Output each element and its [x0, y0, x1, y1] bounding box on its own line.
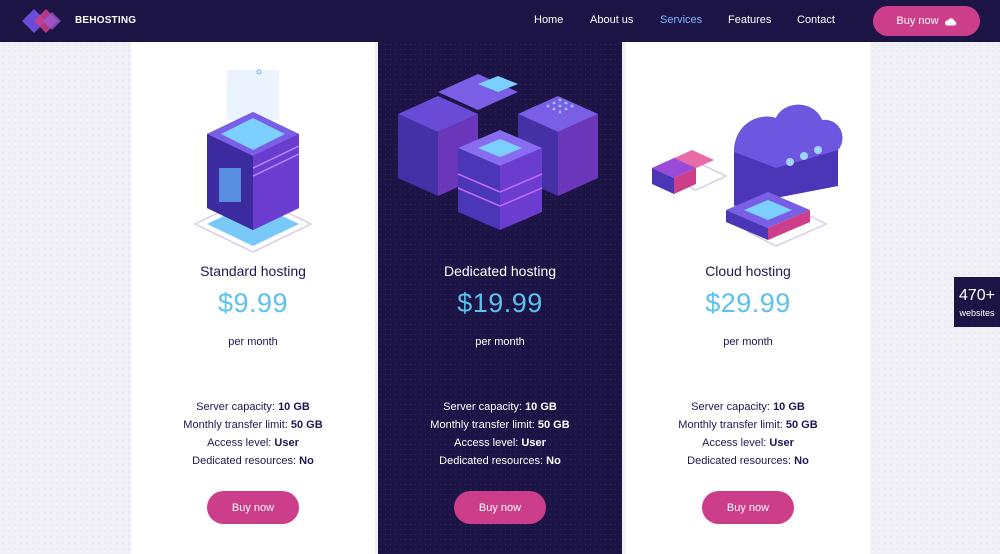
feature-row: Monthly transfer limit: 50 GB — [183, 419, 323, 431]
cloud-icon — [944, 17, 956, 25]
nav-about-us[interactable]: About us — [590, 14, 633, 26]
feature-row: Access level: User — [702, 437, 794, 449]
websites-count-badge[interactable]: 470+ websites — [954, 277, 1000, 327]
feature-row: Server capacity: 10 GB — [443, 401, 557, 413]
feature-row: Monthly transfer limit: 50 GB — [430, 419, 570, 431]
plan-card-standard: Standard hosting $9.99 per month Server … — [131, 42, 375, 554]
plan-title: Dedicated hosting — [443, 263, 557, 279]
feature-row: Server capacity: 10 GB — [691, 401, 805, 413]
plan-price: $9.99 — [217, 288, 289, 318]
nav-services[interactable]: Services — [660, 14, 702, 26]
top-navbar: BEHOSTING Home About us Services Feature… — [0, 0, 1000, 42]
feature-row: Server capacity: 10 GB — [196, 401, 310, 413]
plan-title: Standard hosting — [200, 263, 306, 279]
server-cluster-illustration-icon — [398, 74, 598, 230]
plan-title: Cloud hosting — [705, 263, 791, 279]
feature-row: Dedicated resources: No — [439, 455, 561, 467]
buy-now-button[interactable]: Buy now — [454, 491, 546, 524]
plan-card-cloud: Cloud hosting $29.99 per month Server ca… — [626, 42, 870, 554]
header-buy-now-button[interactable]: Buy now — [873, 6, 980, 36]
plan-features: Server capacity: 10 GB Monthly transfer … — [378, 398, 622, 470]
buy-now-button[interactable]: Buy now — [207, 491, 299, 524]
nav-features[interactable]: Features — [728, 14, 771, 26]
plan-features: Server capacity: 10 GB Monthly transfer … — [131, 398, 375, 470]
websites-label: websites — [959, 308, 995, 318]
plan-period: per month — [723, 336, 773, 348]
plan-card-dedicated: Dedicated hosting $19.99 per month Serve… — [378, 42, 622, 554]
plan-price: $19.99 — [457, 288, 543, 318]
nav-contact[interactable]: Contact — [797, 14, 835, 26]
plan-features: Server capacity: 10 GB Monthly transfer … — [626, 398, 870, 470]
feature-row: Access level: User — [454, 437, 546, 449]
header-buy-now-label: Buy now — [896, 15, 939, 27]
server-illustration-icon — [193, 69, 313, 253]
buy-now-button[interactable]: Buy now — [702, 491, 794, 524]
nav-home[interactable]: Home — [534, 14, 563, 26]
feature-row: Monthly transfer limit: 50 GB — [678, 419, 818, 431]
plan-period: per month — [475, 336, 525, 348]
plan-price: $29.99 — [705, 288, 791, 318]
feature-row: Dedicated resources: No — [687, 455, 809, 467]
websites-count: 470+ — [958, 287, 996, 304]
feature-row: Access level: User — [207, 437, 299, 449]
plan-period: per month — [228, 336, 278, 348]
feature-row: Dedicated resources: No — [192, 455, 314, 467]
main-nav: Home About us Services Features Contact — [0, 0, 1000, 42]
cloud-server-illustration-icon — [652, 104, 843, 247]
